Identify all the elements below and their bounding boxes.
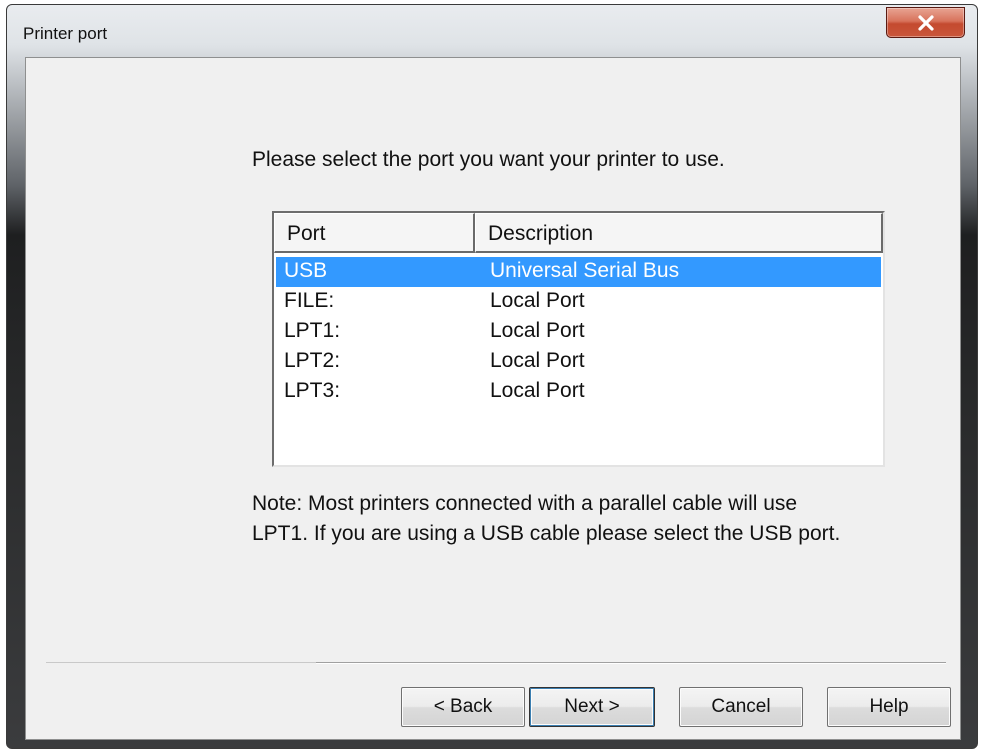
- port-name: LPT3:: [284, 379, 341, 402]
- window-title: Printer port: [23, 24, 108, 43]
- port-name: LPT2:: [284, 349, 341, 372]
- list-item-usb[interactable]: USB Universal Serial Bus: [276, 257, 881, 287]
- close-icon: [917, 14, 935, 31]
- port-description: Local Port: [490, 349, 585, 372]
- note-line-1: Note: Most printers connected with a par…: [252, 492, 798, 515]
- port-name: LPT1:: [284, 319, 341, 342]
- cancel-button[interactable]: Cancel: [679, 687, 803, 727]
- note-line-2: LPT1. If you are using a USB cable pleas…: [252, 522, 841, 545]
- dialog-client-area: Please select the port you want your pri…: [25, 57, 961, 740]
- printer-port-dialog: Printer port Please select the port you …: [6, 4, 978, 749]
- list-item-lpt2[interactable]: LPT2: Local Port: [276, 347, 881, 377]
- close-button[interactable]: [886, 7, 965, 38]
- title-bar[interactable]: Printer port: [7, 5, 977, 57]
- list-rows: USB Universal Serial Bus FILE: Local Por…: [276, 257, 881, 407]
- separator: [316, 662, 946, 664]
- column-header-port[interactable]: Port: [274, 213, 475, 253]
- next-button[interactable]: Next >: [529, 687, 655, 727]
- back-button[interactable]: < Back: [401, 687, 525, 727]
- note-text: Note: Most printers connected with a par…: [252, 489, 912, 549]
- separator-left: [46, 662, 316, 663]
- list-item-file[interactable]: FILE: Local Port: [276, 287, 881, 317]
- list-header: Port Description: [274, 213, 883, 253]
- instruction-text: Please select the port you want your pri…: [252, 148, 725, 171]
- port-list[interactable]: Port Description USB Universal Serial Bu…: [272, 211, 885, 467]
- port-description: Local Port: [490, 319, 585, 342]
- list-item-lpt3[interactable]: LPT3: Local Port: [276, 377, 881, 407]
- port-description: Local Port: [490, 289, 585, 312]
- port-description: Local Port: [490, 379, 585, 402]
- port-description: Universal Serial Bus: [490, 259, 680, 282]
- port-name: FILE:: [284, 289, 335, 312]
- column-header-description[interactable]: Description: [475, 213, 883, 253]
- port-name: USB: [284, 259, 328, 282]
- help-button[interactable]: Help: [827, 687, 951, 727]
- list-item-lpt1[interactable]: LPT1: Local Port: [276, 317, 881, 347]
